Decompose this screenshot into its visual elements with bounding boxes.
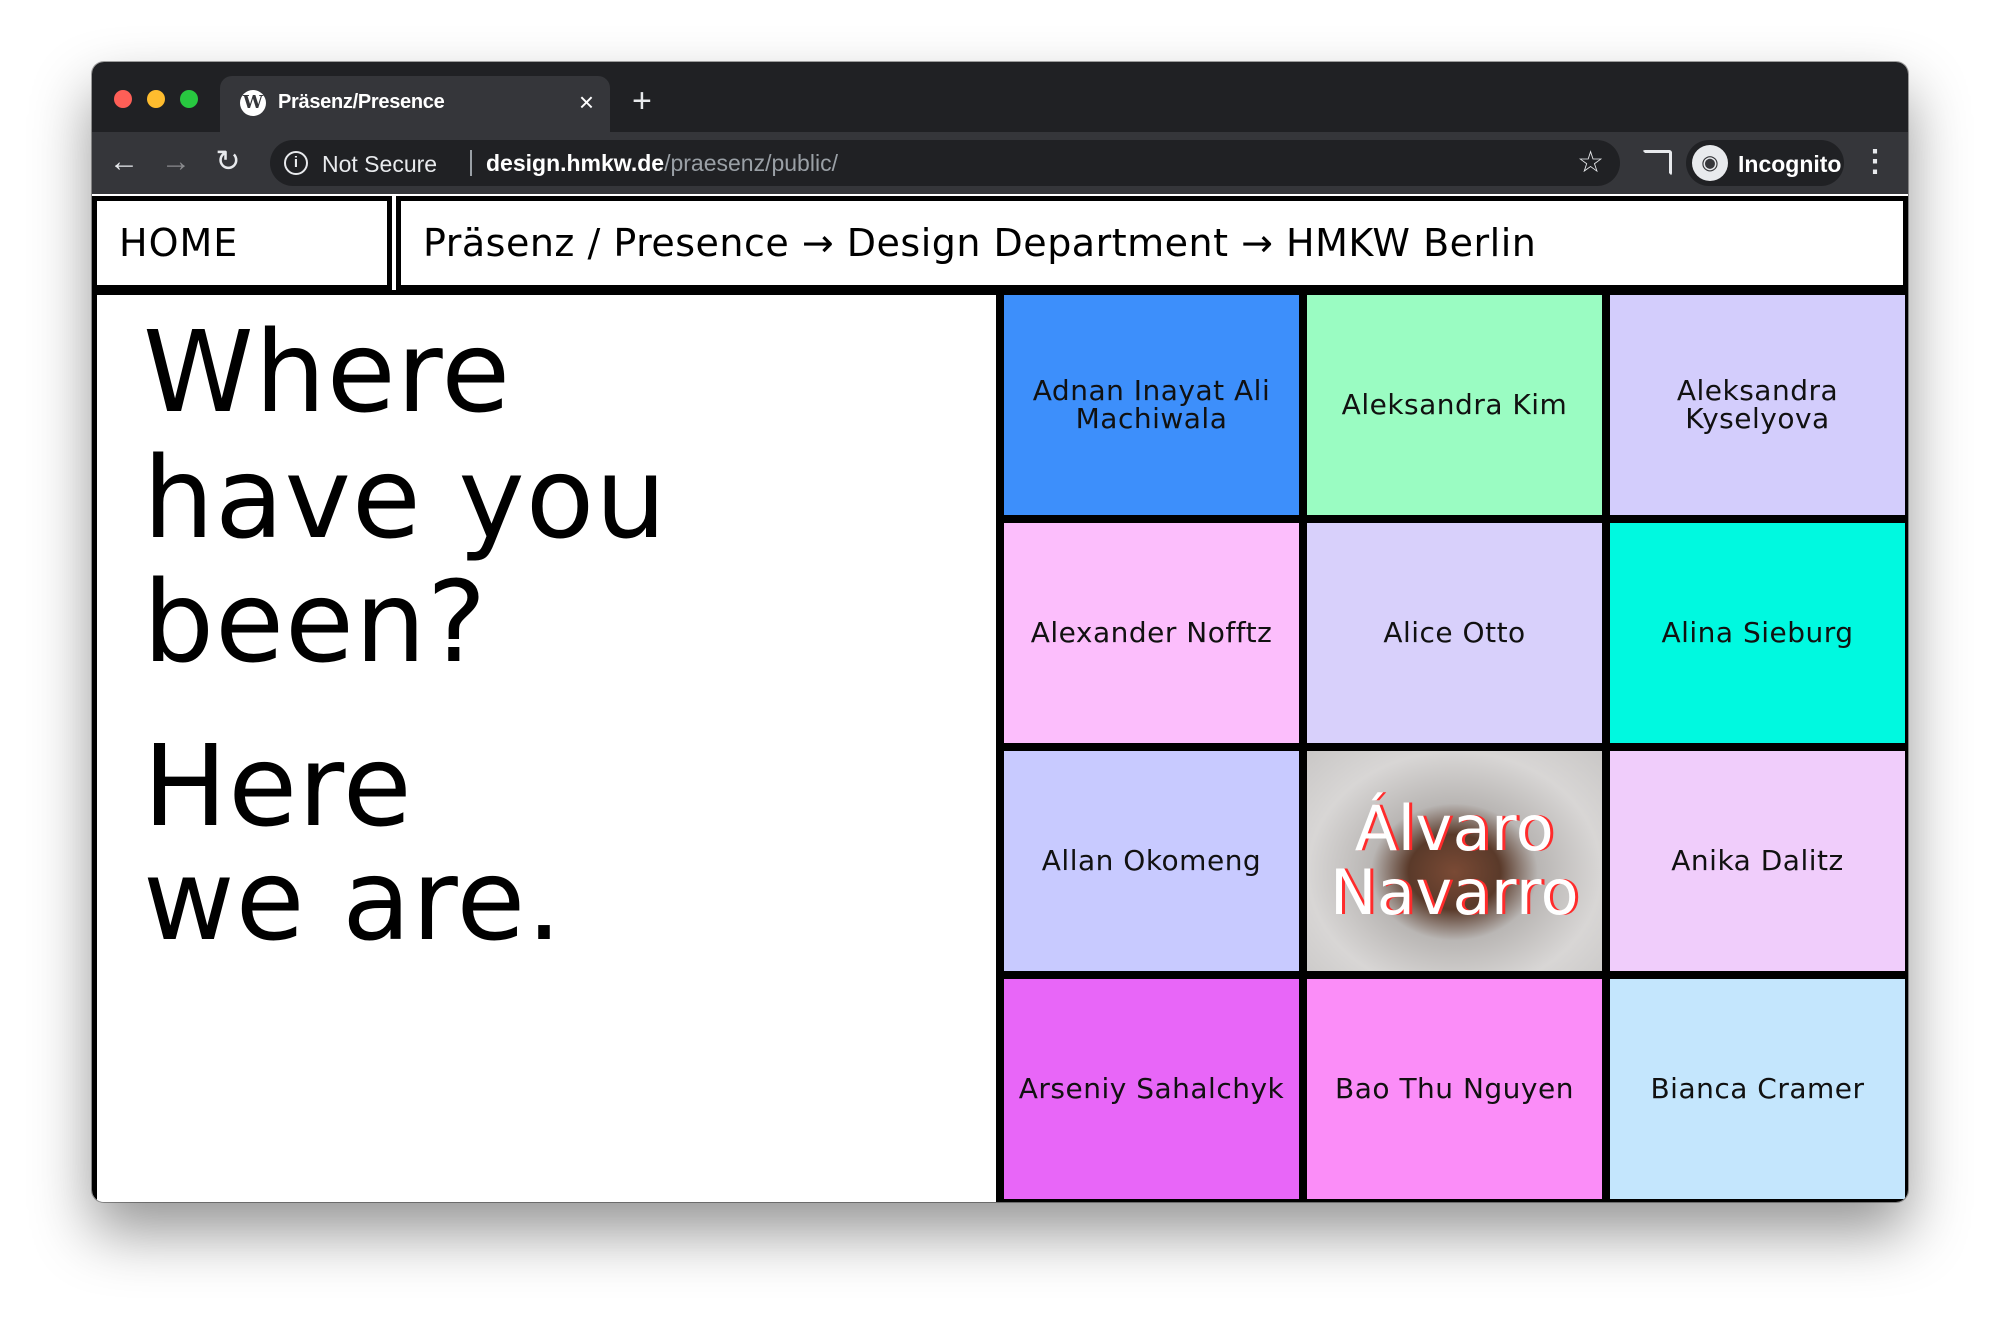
person-tile[interactable]: Alice Otto [1307,523,1602,743]
home-link[interactable]: HOME [119,221,238,265]
person-tile-photo[interactable]: Álvaro Navarro [1307,751,1602,971]
active-tab[interactable]: W Präsenz/Presence × [220,76,610,132]
forward-arrow-icon[interactable]: → [156,142,196,182]
security-status[interactable]: Not Secure [322,151,437,178]
minimize-window-button[interactable] [147,90,165,108]
url-path: /praesenz/public/ [664,150,838,176]
person-tile[interactable]: Adnan Inayat Ali Machiwala [1004,295,1299,515]
person-name: Adnan Inayat Ali Machiwala [1032,374,1271,435]
person-tile[interactable]: Bianca Cramer [1610,979,1905,1199]
hero-line-2: have you [143,434,668,564]
browser-toolbar: ← → ↻ i Not Secure design.hmkw.de/praese… [92,132,1908,194]
back-arrow-icon[interactable]: ← [104,142,144,182]
url-host: design.hmkw.de [486,150,665,176]
person-name: Aleksandra Kim [1341,388,1568,421]
person-tile[interactable]: Aleksandra Kyselyova [1610,295,1905,515]
person-tile[interactable]: Arseniy Sahalchyk [1004,979,1299,1199]
person-tile[interactable]: Aleksandra Kim [1307,295,1602,515]
address-bar[interactable]: i Not Secure design.hmkw.de/praesenz/pub… [270,140,1620,186]
hero-line-4: Here [143,722,413,852]
tab-title: Präsenz/Presence [278,91,445,113]
new-tab-icon[interactable]: + [632,84,652,118]
maximize-window-button[interactable] [180,90,198,108]
person-name: Alexander Nofftz [1030,616,1273,649]
person-name: Aleksandra Kyselyova [1676,374,1839,435]
person-name: Allan Okomeng [1041,844,1262,877]
close-tab-icon[interactable]: × [579,88,594,116]
person-tile[interactable]: Alexander Nofftz [1004,523,1299,743]
profile-label: Incognito [1738,151,1842,177]
breadcrumb-text: Präsenz / Presence → Design Department →… [423,221,1537,265]
person-name: Alina Sieburg [1661,616,1854,649]
people-grid: Adnan Inayat Ali Machiwala Aleksandra Ki… [996,290,1908,1202]
menu-kebab-icon[interactable]: ⋮ [1860,142,1890,182]
wordpress-icon: W [240,90,266,116]
close-window-button[interactable] [114,90,132,108]
person-name: Arseniy Sahalchyk [1018,1072,1285,1105]
incognito-icon: ◉ [1692,145,1728,181]
info-icon[interactable]: i [284,151,308,175]
person-tile[interactable]: Alina Sieburg [1610,523,1905,743]
web-page: HOME Präsenz / Presence → Design Departm… [92,194,1908,1202]
tab-strip: W Präsenz/Presence × + [92,62,1908,132]
person-name: Anika Dalitz [1671,844,1844,877]
hero-line-1: Where [143,308,512,438]
person-name: Álvaro Navarro [1329,792,1580,929]
cast-icon[interactable] [1642,150,1672,176]
breadcrumb: Präsenz / Presence → Design Department →… [396,196,1908,290]
address-separator [470,150,472,176]
browser-window: W Präsenz/Presence × + ← → ↻ i Not Secur… [92,62,1908,1202]
home-box: HOME [92,196,392,290]
person-tile[interactable]: Bao Thu Nguyen [1307,979,1602,1199]
person-name: Alice Otto [1383,616,1526,649]
url-text[interactable]: design.hmkw.de/praesenz/public/ [486,150,838,177]
hero-line-5: we are. [143,836,563,966]
bookmark-star-icon[interactable]: ☆ [1577,146,1604,180]
reload-icon[interactable]: ↻ [208,142,248,182]
person-tile[interactable]: Allan Okomeng [1004,751,1299,971]
person-tile[interactable]: Anika Dalitz [1610,751,1905,971]
hero-panel: Where have you been? Here we are. [92,290,1000,1202]
person-name: Bianca Cramer [1650,1072,1865,1105]
hero-line-3: been? [143,558,488,688]
person-name: Bao Thu Nguyen [1335,1072,1574,1105]
profile-button[interactable]: ◉ Incognito [1686,140,1844,186]
